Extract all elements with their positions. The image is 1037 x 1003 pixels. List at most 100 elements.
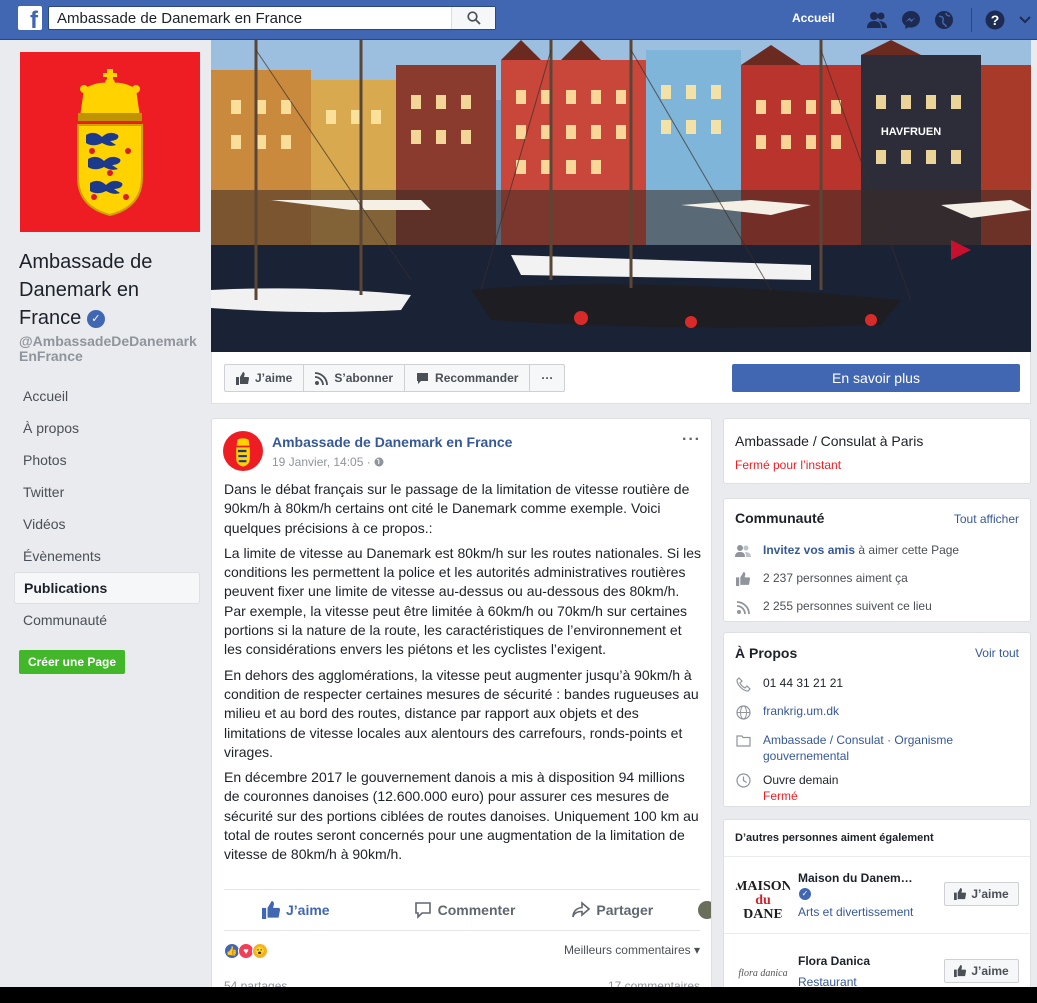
svg-text:flora danica: flora danica — [738, 968, 787, 979]
recommend-button[interactable]: Recommander — [405, 365, 531, 391]
comment-icon — [414, 902, 431, 919]
post-paragraph-4: En décembre 2017 le gouvernement danois … — [224, 769, 699, 863]
phone-number[interactable]: 01 44 31 21 21 — [763, 676, 843, 690]
post-like-label: J’aime — [286, 902, 330, 918]
also-like-card: D’autres personnes aiment également MAIS… — [723, 819, 1031, 1003]
post-audience-selector[interactable] — [698, 901, 711, 919]
notifications-globe-icon[interactable] — [933, 9, 955, 31]
page-action-buttons: J’aime S’abonner Recommander ··· — [224, 364, 566, 392]
user-avatar — [698, 901, 711, 919]
likes-row: 2 237 personnes aiment ça — [735, 571, 908, 587]
page-title: Ambassade de Danemark en France ✓ — [19, 248, 199, 332]
location-category[interactable]: Ambassade / Consulat à Paris — [735, 433, 923, 449]
speech-bubble-icon — [417, 372, 429, 384]
follows-row: 2 255 personnes suivent ce lieu — [735, 599, 932, 615]
nav-item-twitter[interactable]: Twitter — [14, 476, 200, 508]
location-status: Fermé pour l’instant — [735, 458, 842, 472]
facebook-logo-icon[interactable]: f — [18, 6, 42, 30]
like-page-button[interactable]: J’aime — [225, 365, 305, 391]
post-share-button[interactable]: Partager — [572, 901, 653, 919]
suggested-page-like-button[interactable]: J’aime — [944, 882, 1019, 906]
post-author-name[interactable]: Ambassade de Danemark en France — [272, 434, 512, 450]
suggested-page-like-button[interactable]: J’aime — [944, 959, 1019, 983]
nyhavn-harbor-image: HAVFRUEN — [211, 40, 1031, 352]
suggested-page-category[interactable]: Arts et divertissement — [798, 905, 913, 919]
svg-text:DANE: DANE — [743, 907, 783, 922]
profile-picture[interactable] — [20, 52, 200, 232]
invite-text: à aimer cette Page — [855, 543, 960, 557]
nav-item-accueil[interactable]: Accueil — [14, 380, 200, 412]
nav-item-communaute[interactable]: Communauté — [14, 604, 200, 636]
website-link[interactable]: frankrig.um.dk — [763, 704, 839, 718]
search-icon — [466, 11, 481, 25]
hours-status: Fermé — [763, 789, 798, 803]
more-options-button[interactable]: ··· — [530, 365, 564, 391]
svg-text:?: ? — [991, 12, 1000, 28]
learn-more-button[interactable]: En savoir plus — [732, 364, 1020, 392]
page-handle[interactable]: @AmbassadeDeDanemarkEnFrance — [19, 334, 204, 364]
post-comment-button[interactable]: Commenter — [414, 901, 515, 919]
clock-icon — [735, 772, 751, 788]
post-paragraph-2: La limite de vitesse au Danemark est 80k… — [224, 544, 702, 658]
search-box — [48, 6, 496, 30]
post-author-avatar[interactable] — [223, 431, 263, 471]
help-icon[interactable]: ? — [984, 9, 1006, 31]
create-page-button[interactable]: Créer une Page — [19, 650, 125, 674]
search-input[interactable] — [49, 7, 449, 29]
friend-requests-icon[interactable] — [866, 9, 888, 31]
folder-icon — [735, 732, 751, 748]
about-title: À Propos — [735, 645, 798, 661]
post-like-button[interactable]: J’aime — [262, 901, 330, 919]
suggested-page-name[interactable]: Maison du Danem… — [798, 871, 913, 885]
cover-photo[interactable]: HAVFRUEN — [211, 40, 1031, 352]
suggested-page-name[interactable]: Flora Danica — [798, 954, 870, 968]
community-see-all-link[interactable]: Tout afficher — [954, 512, 1019, 526]
nav-item-videos[interactable]: Vidéos — [14, 508, 200, 540]
svg-text:du: du — [755, 893, 771, 908]
follow-button[interactable]: S’abonner — [304, 365, 406, 391]
about-see-all-link[interactable]: Voir tout — [975, 646, 1019, 660]
comment-sort-dropdown[interactable]: Meilleurs commentaires ▾ — [564, 943, 700, 957]
post-card: Ambassade de Danemark en France 19 Janvi… — [211, 418, 712, 1003]
nav-item-a-propos[interactable]: À propos — [14, 412, 200, 444]
svg-text:MAISON: MAISON — [735, 879, 791, 894]
search-button[interactable] — [451, 7, 495, 29]
post-text: Dans le débat français sur le passage de… — [224, 480, 702, 871]
divider — [724, 933, 1030, 934]
account-menu-chevron-down-icon[interactable] — [1014, 9, 1036, 31]
post-timestamp[interactable]: 19 Janvier, 14:05 · — [272, 455, 384, 469]
hours-row: Ouvre demain Fermé — [735, 772, 838, 804]
wow-reaction-icon[interactable]: 😮 — [252, 943, 268, 959]
home-link[interactable]: Accueil — [792, 11, 835, 25]
havfruen-sign: HAVFRUEN — [881, 126, 941, 138]
danish-coat-of-arms-icon — [236, 438, 250, 467]
divider — [724, 856, 1030, 857]
invite-friends-row: Invitez vos amis à aimer cette Page — [735, 543, 959, 559]
invite-friends-link[interactable]: Invitez vos amis — [763, 543, 855, 557]
likes-count-text: 2 237 personnes aiment ça — [763, 571, 908, 585]
nav-item-photos[interactable]: Photos — [14, 444, 200, 476]
maison-du-danemark-logo[interactable]: MAISON du DANE — [735, 868, 791, 924]
post-paragraph-1: Dans le débat français sur le passage de… — [224, 481, 690, 536]
thumbs-up-icon — [236, 371, 249, 385]
reactions-row: 👍 ♥ 😮 Meilleurs commentaires ▾ — [224, 937, 700, 965]
public-globe-icon — [374, 457, 384, 467]
messenger-icon[interactable] — [900, 9, 922, 31]
danish-coat-of-arms-icon — [77, 69, 143, 217]
nav-item-evenements[interactable]: Évènements — [14, 540, 200, 572]
rss-follow-icon — [315, 371, 329, 385]
thumbs-up-icon — [735, 571, 751, 587]
page-navigation: Accueil À propos Photos Twitter Vidéos É… — [14, 380, 200, 636]
page-action-bar: J’aime S’abonner Recommander ··· En savo… — [211, 352, 1031, 404]
hours-text[interactable]: Ouvre demain — [763, 773, 838, 787]
share-arrow-icon — [572, 901, 591, 918]
category-link[interactable]: Ambassade / Consulat · Organisme gouvern… — [763, 732, 1005, 764]
nav-item-publications[interactable]: Publications — [14, 572, 200, 604]
community-card: Communauté Tout afficher Invitez vos ami… — [723, 498, 1031, 622]
globe-icon — [735, 704, 751, 720]
top-navigation-bar: f Accueil ? — [0, 0, 1037, 40]
follows-count-text: 2 255 personnes suivent ce lieu — [763, 599, 932, 613]
post-share-label: Partager — [596, 902, 654, 918]
post-options-button[interactable]: ··· — [682, 431, 701, 449]
rss-follow-icon — [735, 599, 751, 615]
